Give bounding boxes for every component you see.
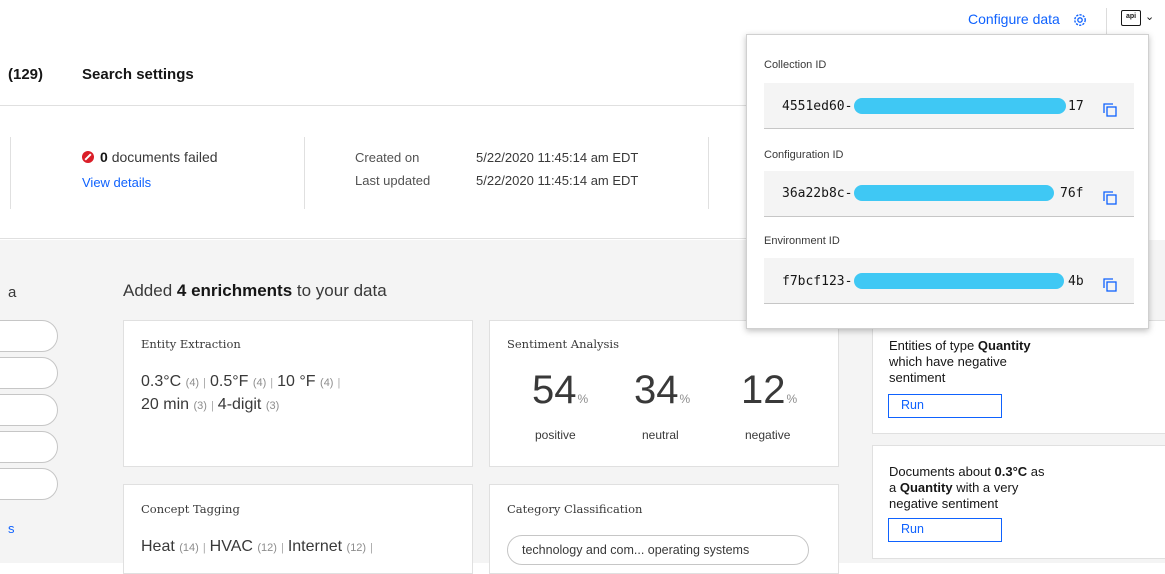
card-title: Concept Tagging — [141, 502, 240, 516]
sentiment-negative-label: negative — [745, 428, 791, 442]
chevron-down-icon[interactable]: ⌄ — [1145, 10, 1154, 23]
concept-item[interactable]: Internet (12) — [288, 538, 366, 555]
collection-id-label: Collection ID — [764, 59, 827, 71]
view-details-link[interactable]: View details — [82, 175, 151, 190]
filter-pill[interactable] — [0, 394, 58, 426]
card-title: Entity Extraction — [141, 337, 241, 351]
concept-list: Heat (14) | HVAC (12) | Internet (12) | — [141, 538, 373, 555]
configure-data-link[interactable]: Configure data — [968, 11, 1060, 27]
card-title: Category Classification — [507, 502, 643, 516]
environment-id-value-end: 4b — [1068, 274, 1084, 289]
configuration-id-value-start: 36a22b8c- — [782, 186, 853, 201]
tab-search-settings[interactable]: Search settings — [82, 66, 194, 83]
redaction-mark — [854, 185, 1054, 201]
filter-pill[interactable] — [0, 320, 58, 352]
environment-id-value-start: f7bcf123- — [782, 274, 853, 289]
filter-pill[interactable] — [0, 431, 58, 463]
updated-value: 5/22/2020 11:45:14 am EDT — [476, 173, 639, 188]
entity-item[interactable]: 0.3°C (4) — [141, 373, 199, 390]
gear-icon[interactable] — [1072, 12, 1088, 28]
category-chip[interactable]: technology and com... operating systems — [507, 535, 809, 565]
run-query-button[interactable]: Run — [888, 394, 1002, 418]
api-icon[interactable]: api — [1121, 10, 1141, 26]
created-value: 5/22/2020 11:45:14 am EDT — [476, 150, 639, 165]
tab-documents-count[interactable]: (129) — [8, 66, 43, 83]
entity-item[interactable]: 4-digit (3) — [218, 396, 279, 413]
entity-item[interactable]: 0.5°F (4) — [210, 373, 266, 390]
configuration-id-value-end: 76f — [1060, 186, 1084, 201]
status-divider — [304, 137, 305, 209]
redaction-mark — [854, 273, 1064, 289]
entity-list: 0.3°C (4) | 0.5°F (4) | 10 °F (4) | 20 min (3)… — [141, 373, 341, 413]
entity-item[interactable]: 20 min (3) — [141, 396, 207, 413]
sentiment-positive-label: positive — [535, 428, 576, 442]
documents-failed: 0 documents failed — [100, 149, 218, 165]
concept-item[interactable]: HVAC (12) — [210, 538, 277, 555]
sentiment-neutral-value: 34% — [634, 368, 691, 412]
copy-icon[interactable] — [1103, 103, 1117, 117]
query-text: Entities of type Quantity which have neg… — [889, 338, 1031, 385]
redaction-mark — [854, 98, 1066, 114]
entity-item[interactable]: 10 °F (4) — [277, 373, 333, 390]
concept-tagging-card — [123, 484, 473, 574]
concept-item[interactable]: Heat (14) — [141, 538, 199, 555]
copy-icon[interactable] — [1103, 191, 1117, 205]
query-text: Documents about 0.3°C as a Quantity with… — [889, 464, 1045, 511]
sentiment-negative-value: 12% — [741, 368, 798, 412]
enrichments-summary: Added 4 enrichments to your data — [123, 281, 387, 300]
error-icon — [82, 151, 94, 163]
sentiment-positive-value: 54% — [532, 368, 589, 412]
status-divider — [708, 137, 709, 209]
configuration-id-label: Configuration ID — [764, 149, 844, 161]
card-title: Sentiment Analysis — [507, 337, 620, 351]
created-label: Created on — [355, 150, 420, 165]
left-section-heading: a — [8, 284, 17, 301]
updated-label: Last updated — [355, 173, 431, 188]
status-divider — [10, 137, 11, 209]
filter-pill[interactable] — [0, 357, 58, 389]
left-section-link[interactable]: s — [8, 521, 15, 536]
environment-id-label: Environment ID — [764, 235, 840, 247]
collection-id-value-end: 17 — [1068, 99, 1084, 114]
topbar-divider — [1106, 8, 1107, 34]
sentiment-neutral-label: neutral — [642, 428, 679, 442]
filter-pill[interactable] — [0, 468, 58, 500]
copy-icon[interactable] — [1103, 278, 1117, 292]
collection-id-value-start: 4551ed60- — [782, 99, 853, 114]
run-query-button[interactable]: Run — [888, 518, 1002, 542]
